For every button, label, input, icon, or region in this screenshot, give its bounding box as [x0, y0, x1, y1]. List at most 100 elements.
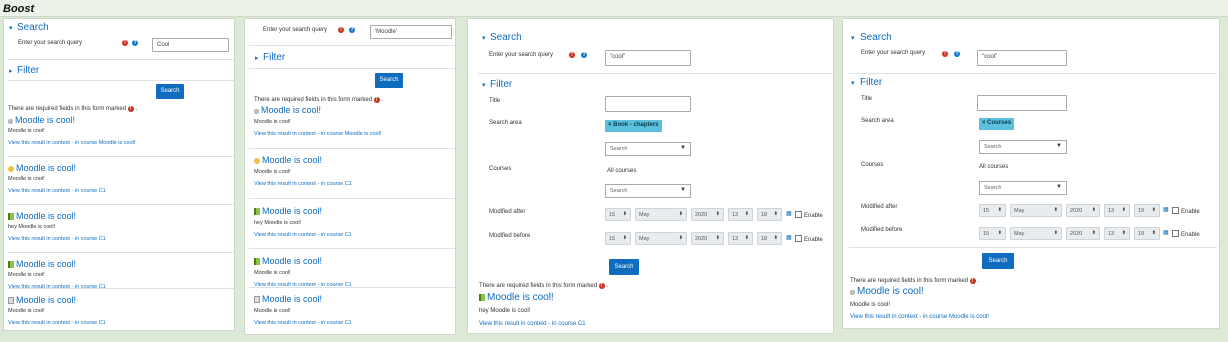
filter-section-title[interactable]: Filter [17, 65, 39, 76]
search-area-select[interactable]: Search ▼ [979, 140, 1067, 154]
title-input[interactable] [977, 95, 1067, 111]
before-day-select[interactable]: 15 ⬍ [979, 227, 1006, 240]
book-icon [254, 208, 260, 215]
forum-icon [850, 290, 855, 295]
before-day-select[interactable]: 15 ⬍ [605, 232, 631, 245]
caret-down-icon: ▼ [680, 187, 686, 193]
calendar-icon[interactable]: ▦ [1163, 206, 1169, 213]
before-hour-select[interactable]: 13 ⬍ [728, 232, 753, 245]
result-context-link[interactable]: View this result in context - in course … [479, 321, 586, 327]
list-item: Moodle is cool! hey Moodle is cool! View… [479, 292, 586, 327]
help-icon[interactable]: ? [349, 27, 355, 33]
required-note: There are required fields in this form m… [8, 106, 138, 112]
after-minute-select[interactable]: 19 ⬍ [1134, 204, 1160, 217]
chevron-right-icon[interactable]: ▸ [9, 67, 13, 75]
result-context-link[interactable]: View this result in context - in course … [254, 181, 352, 187]
search-button[interactable]: Search [982, 253, 1014, 269]
enable-before-checkbox[interactable]: Enable [795, 235, 823, 243]
theme-label: Boost [3, 3, 35, 15]
result-title-link[interactable]: Moodle is cool! [254, 155, 352, 165]
result-title-link[interactable]: Moodle is cool! [8, 211, 106, 221]
enable-before-checkbox[interactable]: Enable [1172, 230, 1200, 238]
filter-section-title[interactable]: Filter [490, 79, 512, 90]
result-title-link[interactable]: Moodle is cool! [8, 115, 135, 125]
before-minute-select[interactable]: 19 ⬍ [1134, 227, 1160, 240]
chevron-down-icon[interactable]: ▾ [9, 24, 13, 32]
search-area-tag[interactable]: × Courses [979, 118, 1015, 130]
before-month-select[interactable]: May ⬍ [1010, 227, 1062, 240]
search-button[interactable]: Search [375, 73, 403, 88]
enable-after-checkbox[interactable]: Enable [1172, 207, 1200, 215]
calendar-icon[interactable]: ▦ [786, 234, 792, 241]
result-context-link[interactable]: View this result in context - in course … [254, 232, 352, 238]
calendar-icon[interactable]: ▦ [786, 210, 792, 217]
after-hour-select[interactable]: 13 ⬍ [728, 208, 753, 221]
before-hour-select[interactable]: 13 ⬍ [1104, 227, 1130, 240]
result-title-link[interactable]: Moodle is cool! [254, 294, 352, 304]
result-text: hey Moodle is cool! [8, 224, 56, 230]
search-button[interactable]: Search [156, 84, 184, 99]
search-button[interactable]: Search [609, 259, 639, 275]
required-icon: ! [338, 27, 344, 33]
after-day-select[interactable]: 15 ⬍ [979, 204, 1006, 217]
before-year-select[interactable]: 2020 ⬍ [1066, 227, 1100, 240]
search-input[interactable]: "cool" [977, 50, 1067, 66]
result-context-link[interactable]: View this result in context - in course … [8, 140, 135, 146]
search-input[interactable]: "cool" [605, 50, 691, 66]
search-input[interactable]: 'Moodle' [370, 25, 452, 39]
chevron-down-icon[interactable]: ▾ [482, 81, 486, 89]
result-title-link[interactable]: Moodle is cool! [254, 256, 352, 266]
help-icon[interactable]: ? [954, 51, 960, 57]
after-year-select[interactable]: 2020 ⬍ [1066, 204, 1100, 217]
query-label: Enter your search query [861, 50, 926, 56]
result-context-link[interactable]: View this result in context - in course … [8, 320, 106, 326]
before-year-select[interactable]: 2020 ⬍ [691, 232, 724, 245]
result-context-link[interactable]: View this result in context - in course … [8, 188, 106, 194]
before-month-select[interactable]: May ⬍ [635, 232, 687, 245]
result-context-link[interactable]: View this result in context - in course … [8, 236, 106, 242]
after-hour-select[interactable]: 13 ⬍ [1104, 204, 1130, 217]
filter-section-title[interactable]: Filter [263, 52, 285, 63]
result-text: Moodle is cool! [254, 119, 291, 125]
after-year-select[interactable]: 2020 ⬍ [691, 208, 724, 221]
chevron-down-icon[interactable]: ▾ [482, 34, 486, 42]
after-month-select[interactable]: May ⬍ [1010, 204, 1062, 217]
help-icon[interactable]: ? [132, 40, 138, 46]
result-context-link[interactable]: View this result in context - in course … [254, 131, 381, 137]
search-area-label: Search area [489, 120, 522, 126]
search-section-title[interactable]: Search [17, 22, 49, 33]
divider [478, 73, 833, 74]
result-context-link[interactable]: View this result in context - in course … [850, 314, 989, 320]
search-section-title[interactable]: Search [490, 32, 522, 43]
required-icon: ! [969, 278, 976, 284]
result-title-link[interactable]: Moodle is cool! [479, 292, 586, 303]
search-area-tag[interactable]: × Book - chapters [605, 120, 662, 132]
result-title-link[interactable]: Moodle is cool! [8, 259, 106, 269]
after-month-select[interactable]: May ⬍ [635, 208, 687, 221]
modified-before-label: Modified before [861, 227, 903, 233]
after-day-select[interactable]: 15 ⬍ [605, 208, 631, 221]
result-title-link[interactable]: Moodle is cool! [8, 163, 106, 173]
courses-select[interactable]: Search ▼ [605, 184, 691, 198]
result-title-link[interactable]: Moodle is cool! [254, 206, 352, 216]
chevron-down-icon[interactable]: ▾ [851, 34, 855, 42]
after-minute-select[interactable]: 18 ⬍ [757, 208, 782, 221]
result-context-link[interactable]: View this result in context - in course … [254, 320, 352, 326]
title-input[interactable] [605, 96, 691, 112]
result-title-link[interactable]: Moodle is cool! [850, 286, 989, 297]
search-input[interactable]: Cool [152, 38, 229, 52]
chevron-down-icon[interactable]: ▾ [851, 79, 855, 87]
result-title-link[interactable]: Moodle is cool! [254, 105, 381, 115]
search-section-title[interactable]: Search [860, 32, 892, 43]
chevron-right-icon[interactable]: ▸ [255, 54, 259, 62]
enable-after-checkbox[interactable]: Enable [795, 211, 823, 219]
help-icon[interactable]: ? [581, 52, 587, 58]
result-context-link[interactable]: View this result in context - in course … [8, 284, 106, 290]
search-area-select[interactable]: Search ▼ [605, 142, 691, 156]
result-title-link[interactable]: Moodle is cool! [8, 295, 106, 305]
before-minute-select[interactable]: 18 ⬍ [757, 232, 782, 245]
calendar-icon[interactable]: ▦ [1163, 229, 1169, 236]
filter-section-title[interactable]: Filter [860, 77, 882, 88]
book-icon [254, 258, 260, 265]
courses-select[interactable]: Search ▼ [979, 181, 1067, 195]
